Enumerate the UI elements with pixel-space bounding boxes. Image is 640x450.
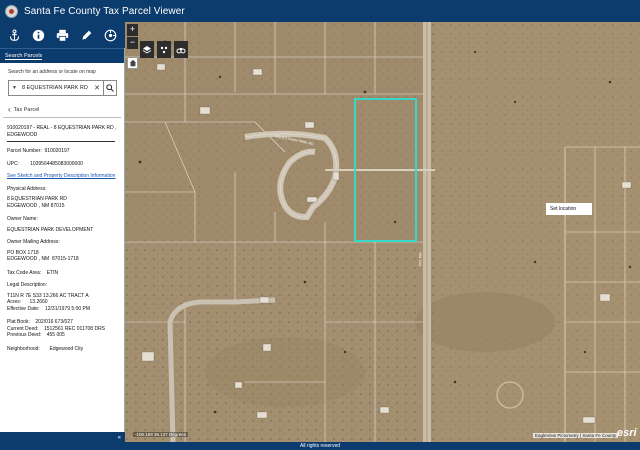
parcel-details: 910020197 - REAL - 8 EQUESTRIAN PARK RD … <box>0 118 124 352</box>
pencil-icon[interactable] <box>79 27 95 43</box>
back-label: Tax Parcel <box>13 106 40 113</box>
anchor-icon[interactable] <box>6 27 22 43</box>
owner-name: EQUESTRIAN PARK DEVELOPMENT <box>7 226 94 233</box>
layers-button[interactable] <box>140 41 154 58</box>
print-icon[interactable] <box>54 27 70 43</box>
search-label: Search for an address or locate on map <box>8 69 96 75</box>
basemap-gallery-button[interactable] <box>157 41 171 58</box>
chevron-left-icon: ‹ <box>8 105 11 114</box>
owner-mailing-label: Owner Mailing Address: <box>7 239 60 245</box>
layers-icon <box>142 45 152 54</box>
parcel-number: Parcel Number: 910020197 <box>7 148 70 154</box>
search-box[interactable]: ▼ ✕ <box>8 80 104 96</box>
owner-name-label: Owner Name: <box>7 216 38 222</box>
search-row: ▼ ✕ <box>8 80 124 96</box>
neighborhood: Neighborhood: Edgewood City <box>7 345 84 352</box>
search-button[interactable] <box>104 80 117 96</box>
overview-button[interactable] <box>174 41 188 58</box>
tax-code-area: Tax Code Area: ETIN <box>7 269 59 276</box>
search-icon <box>106 84 114 92</box>
footer-rights: All rights reserved <box>0 442 640 450</box>
toolbar <box>0 22 125 48</box>
measure-icon[interactable] <box>103 27 119 43</box>
heading-rule <box>7 141 115 142</box>
attribution-text: EagleView Pictometry | Santa Fe County <box>533 433 619 438</box>
binoculars-icon <box>176 47 186 53</box>
app-header: Santa Fe County Tax Parcel Viewer <box>0 0 640 22</box>
county-seal-logo <box>5 4 18 18</box>
app-title: Santa Fe County Tax Parcel Viewer <box>24 5 185 17</box>
home-icon <box>129 59 136 67</box>
info-icon[interactable] <box>30 27 46 43</box>
parcel-heading: 910020197 - REAL - 8 EQUESTRIAN PARK RD … <box>7 125 117 138</box>
home-button[interactable] <box>127 57 138 69</box>
zoom-in-button[interactable]: + <box>127 24 138 36</box>
search-input[interactable] <box>21 85 94 91</box>
dropdown-caret-icon[interactable]: ▼ <box>12 85 17 91</box>
map-view[interactable]: NM 344 EQUESTRIAN PARK RD + − Set locati… <box>125 22 640 442</box>
legal-label: Legal Description: <box>7 282 48 288</box>
basemap-icon <box>160 46 168 53</box>
aerial-imagery: NM 344 EQUESTRIAN PARK RD <box>125 22 640 442</box>
physical-address-label: Physical Address: <box>7 185 47 192</box>
upc: UPC: 1039564485083000000 <box>7 160 83 167</box>
sketch-link[interactable]: See Sketch and Property Description Info… <box>7 173 124 180</box>
tab-search-parcels[interactable]: Search Parcels <box>0 48 124 63</box>
clear-icon[interactable]: ✕ <box>94 84 100 92</box>
parcel-panel: Search Parcels Search for an address or … <box>0 48 125 432</box>
app-window: Santa Fe County Tax Parcel Viewer Search… <box>0 0 640 450</box>
zoom-out-button[interactable]: − <box>127 37 138 49</box>
back-to-tax-parcel[interactable]: ‹ Tax Parcel <box>8 105 124 114</box>
set-location-popup[interactable]: Set location <box>546 203 592 215</box>
coordinate-readout: -106.189 35.137 Degrees <box>133 432 189 437</box>
highway-label: NM 344 <box>418 252 423 267</box>
esri-logo: esri <box>617 427 637 439</box>
